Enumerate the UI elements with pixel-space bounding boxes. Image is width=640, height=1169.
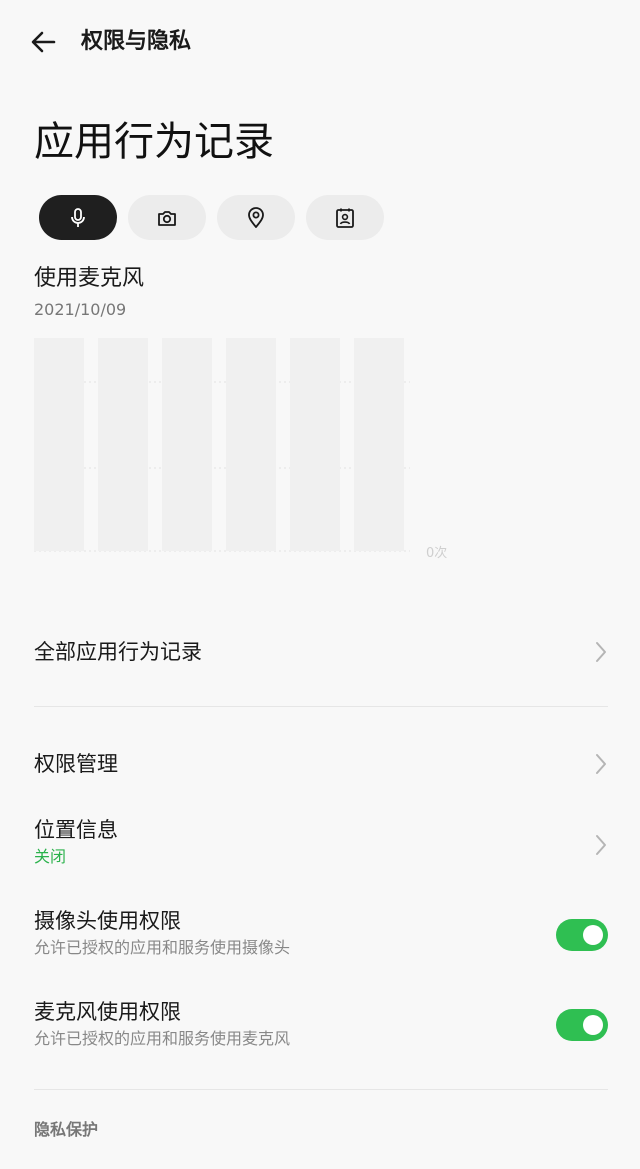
microphone-permission-label: 麦克风使用权限	[34, 1000, 181, 1024]
toggle-knob	[583, 925, 603, 945]
chart-column-background	[290, 338, 340, 551]
usage-bar-chart: 0次	[34, 338, 447, 561]
back-arrow-icon	[31, 31, 56, 53]
microphone-permission-row: 麦克风使用权限 允许已授权的应用和服务使用麦克风	[34, 997, 608, 1057]
chart-gridlines	[34, 381, 410, 552]
camera-permission-description: 允许已授权的应用和服务使用摄像头	[34, 938, 291, 957]
chevron-right-icon	[596, 754, 606, 774]
location-label: 位置信息	[34, 818, 118, 842]
chip-location[interactable]	[217, 195, 295, 240]
chart-column-background	[98, 338, 148, 551]
location-row[interactable]: 位置信息 关闭	[34, 815, 608, 875]
header-title: 权限与隐私	[81, 29, 192, 54]
location-status: 关闭	[34, 847, 67, 866]
chevron-right-icon	[596, 642, 606, 662]
chart-column-background	[226, 338, 276, 551]
chart-y-label: 0次	[426, 545, 447, 561]
chip-microphone[interactable]	[39, 195, 117, 240]
chart-column-background	[162, 338, 212, 551]
microphone-icon	[71, 207, 85, 227]
permission-management-label: 权限管理	[34, 752, 118, 776]
chart-column-background	[34, 338, 84, 551]
camera-icon	[158, 210, 176, 226]
chip-camera[interactable]	[128, 195, 206, 240]
chevron-right-icon	[596, 835, 606, 855]
camera-permission-toggle[interactable]	[556, 919, 608, 951]
divider	[34, 706, 608, 707]
usage-title: 使用麦克风	[34, 266, 145, 291]
chart-column-background	[354, 338, 404, 551]
microphone-permission-toggle[interactable]	[556, 1009, 608, 1041]
all-records-label: 全部应用行为记录	[34, 640, 202, 664]
contacts-icon	[336, 208, 354, 228]
back-button[interactable]	[26, 26, 62, 58]
location-pin-icon	[248, 206, 264, 228]
top-bar: 权限与隐私	[0, 0, 640, 84]
all-records-row[interactable]: 全部应用行为记录	[34, 632, 608, 672]
camera-permission-row: 摄像头使用权限 允许已授权的应用和服务使用摄像头	[34, 906, 608, 966]
permission-management-row[interactable]: 权限管理	[34, 744, 608, 784]
toggle-knob	[583, 1015, 603, 1035]
usage-date: 2021/10/09	[34, 300, 127, 319]
divider	[34, 1089, 608, 1090]
camera-permission-label: 摄像头使用权限	[34, 909, 181, 933]
privacy-protection-section-label: 隐私保护	[34, 1120, 99, 1139]
chart-bars	[34, 338, 404, 551]
page-title: 应用行为记录	[34, 119, 274, 165]
chip-contacts[interactable]	[306, 195, 384, 240]
microphone-permission-description: 允许已授权的应用和服务使用麦克风	[34, 1029, 291, 1048]
